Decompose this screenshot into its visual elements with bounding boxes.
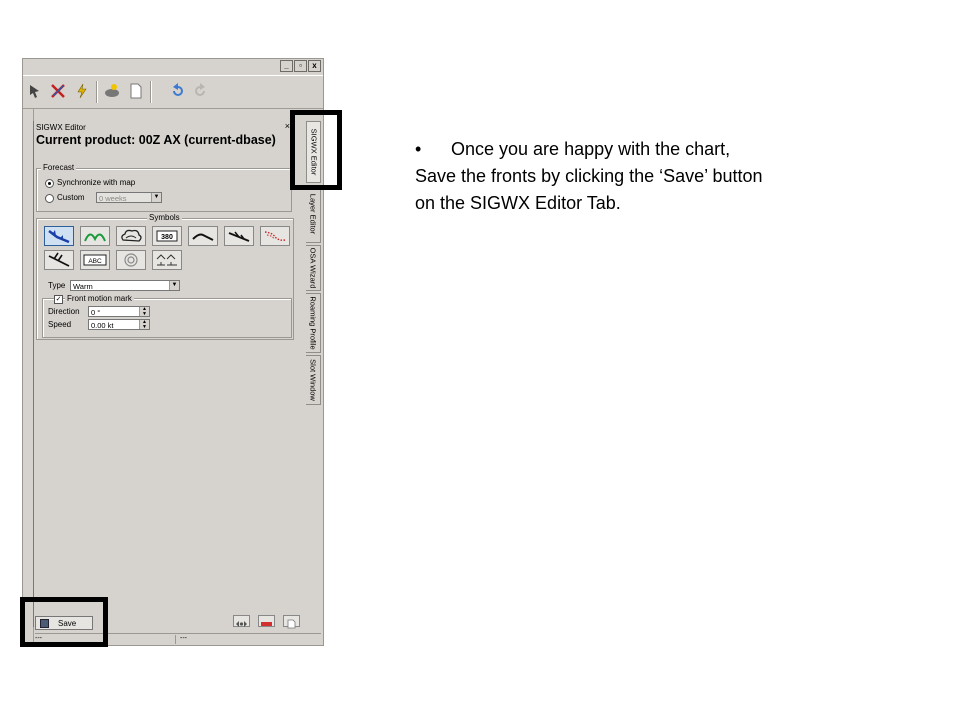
sigwx-screenshot: _ ▫ x SIGWX Editor × Current product: 00… bbox=[22, 58, 324, 646]
close-button[interactable]: x bbox=[308, 60, 321, 72]
custom-weeks-value: 0 weeks bbox=[99, 194, 127, 203]
volcano-symbol[interactable] bbox=[152, 250, 182, 270]
front-type-select[interactable]: Warm ▼ bbox=[70, 280, 180, 291]
speed-label: Speed bbox=[48, 320, 72, 329]
cold-front-icon bbox=[48, 230, 70, 244]
text-box-icon: ABC bbox=[83, 254, 107, 266]
document-icon bbox=[287, 619, 296, 629]
sigwx-tab-highlight bbox=[290, 110, 342, 190]
turbulence-line-symbol[interactable] bbox=[224, 226, 254, 246]
tropical-cyclone-icon bbox=[124, 253, 138, 267]
delete-tool-icon[interactable] bbox=[49, 82, 67, 100]
text-box-symbol[interactable]: ABC bbox=[80, 250, 110, 270]
wind-barb-icon bbox=[48, 252, 70, 267]
warm-front-icon bbox=[84, 233, 106, 242]
direction-input[interactable]: 0 ° ▲ ▼ bbox=[88, 306, 150, 317]
front-motion-checkbox[interactable]: ✓ bbox=[54, 295, 63, 304]
speed-input[interactable]: 0.00 kt ▲ ▼ bbox=[88, 319, 150, 330]
instruction-line-3: on the SIGWX Editor Tab. bbox=[415, 193, 621, 213]
wind-barb-symbol[interactable] bbox=[44, 250, 74, 270]
panel-title: SIGWX Editor bbox=[36, 123, 86, 132]
turbulence-area-icon bbox=[264, 231, 286, 241]
cb-cloud-symbol[interactable] bbox=[116, 226, 146, 246]
tab-layer-editor[interactable]: Layer Editor bbox=[306, 185, 321, 243]
jet-stream-icon bbox=[192, 233, 214, 241]
bullet-icon: • bbox=[415, 139, 422, 159]
undo-icon[interactable] bbox=[169, 82, 187, 100]
custom-radio[interactable] bbox=[45, 194, 54, 203]
type-label: Type bbox=[48, 281, 66, 290]
new-document-button[interactable] bbox=[283, 615, 300, 629]
minimize-button[interactable]: _ bbox=[280, 60, 293, 72]
sync-label: Synchronize with map bbox=[57, 178, 136, 187]
current-product-title: Current product: 00Z AX (current-dbase) bbox=[36, 133, 276, 147]
tab-osa-wizard[interactable]: OSA Wizard bbox=[306, 245, 321, 291]
document-icon[interactable] bbox=[127, 82, 145, 100]
chevron-down-icon: ▼ bbox=[151, 193, 161, 202]
turbulence-line-icon bbox=[228, 231, 250, 242]
direction-label: Direction bbox=[48, 307, 80, 316]
symbols-group-label: Symbols bbox=[147, 213, 182, 222]
speed-stepper[interactable]: ▲ ▼ bbox=[139, 320, 149, 329]
sigwx-editor-panel: SIGWX Editor × Current product: 00Z AX (… bbox=[33, 121, 294, 627]
flight-level-box-symbol[interactable]: 380 bbox=[152, 226, 182, 246]
tropical-cyclone-symbol[interactable] bbox=[116, 250, 146, 270]
center-view-button[interactable] bbox=[233, 615, 250, 627]
forecast-group: Forecast bbox=[36, 163, 292, 212]
arrows-icon bbox=[236, 621, 247, 627]
chevron-down-icon: ▼ bbox=[169, 281, 179, 290]
volcano-icon bbox=[156, 254, 177, 266]
remove-icon bbox=[261, 622, 272, 626]
tab-roaming-profile[interactable]: Roaming Profile bbox=[306, 293, 321, 353]
restore-button[interactable]: ▫ bbox=[294, 60, 307, 72]
cloud-tool-icon[interactable] bbox=[103, 82, 121, 100]
direction-stepper[interactable]: ▲ ▼ bbox=[139, 307, 149, 316]
tab-slot-window[interactable]: Slot Window bbox=[306, 355, 321, 405]
front-type-value: Warm bbox=[73, 282, 93, 291]
remove-button[interactable] bbox=[258, 615, 275, 627]
window-titlebar: _ ▫ x bbox=[23, 59, 323, 72]
turbulence-area-symbol[interactable] bbox=[260, 226, 290, 246]
instruction-line-2: Save the fronts by clicking the ‘Save’ b… bbox=[415, 166, 763, 186]
direction-value: 0 ° bbox=[91, 308, 101, 317]
warm-front-symbol[interactable] bbox=[80, 226, 110, 246]
status-mid: --- bbox=[180, 635, 187, 642]
pointer-tool-icon[interactable] bbox=[27, 82, 45, 100]
cb-cloud-icon bbox=[121, 229, 142, 242]
save-button-highlight bbox=[20, 597, 108, 647]
front-motion-label: Front motion mark bbox=[65, 294, 134, 303]
sync-radio[interactable] bbox=[45, 179, 54, 188]
flight-level-label: 380 bbox=[161, 234, 173, 241]
cold-front-symbol[interactable] bbox=[44, 226, 74, 246]
jet-stream-symbol[interactable] bbox=[188, 226, 218, 246]
custom-weeks-select[interactable]: 0 weeks ▼ bbox=[96, 192, 162, 203]
text-box-label: ABC bbox=[88, 258, 102, 265]
custom-label: Custom bbox=[57, 193, 85, 202]
front-motion-group bbox=[42, 298, 292, 338]
redo-icon[interactable] bbox=[191, 82, 209, 100]
instruction-line-1: Once you are happy with the chart, bbox=[451, 139, 731, 159]
speed-value: 0.00 kt bbox=[91, 321, 114, 330]
flight-level-box-icon: 380 bbox=[156, 230, 178, 242]
main-toolbar bbox=[23, 75, 323, 109]
forecast-group-label: Forecast bbox=[41, 163, 77, 172]
lightning-icon[interactable] bbox=[73, 82, 91, 100]
window-controls: _ ▫ x bbox=[280, 60, 321, 72]
